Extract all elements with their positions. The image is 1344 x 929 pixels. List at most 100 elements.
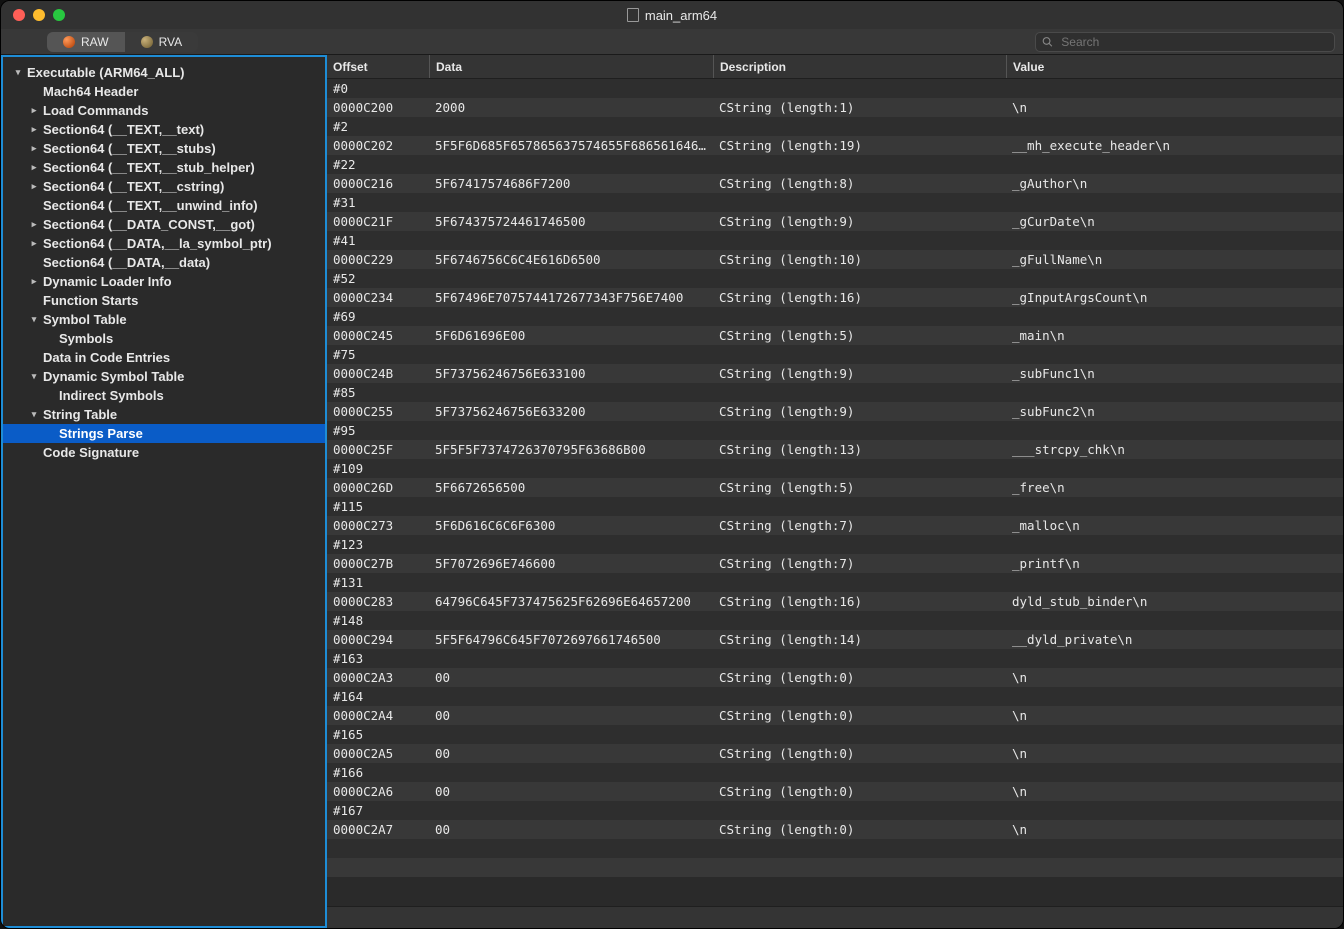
table-row[interactable]: 0000C2A700CString (length:0)\n — [327, 820, 1343, 839]
disclosure-triangle-icon[interactable]: ▸ — [29, 163, 39, 173]
table-row[interactable]: 0000C2A500CString (length:0)\n — [327, 744, 1343, 763]
table-row[interactable]: #75 — [327, 345, 1343, 364]
tree-item[interactable]: ▾Executable (ARM64_ALL) — [3, 63, 325, 82]
tree-item[interactable]: ▸Section64 (__DATA,__data) — [3, 253, 325, 272]
table-row[interactable]: 0000C2002000CString (length:1) \n — [327, 98, 1343, 117]
disclosure-triangle-icon[interactable]: ▸ — [29, 106, 39, 116]
cell-value: \n — [1006, 784, 1343, 799]
tree-item[interactable]: ▸Data in Code Entries — [3, 348, 325, 367]
tree-item[interactable]: ▸Indirect Symbols — [3, 386, 325, 405]
table-row[interactable]: #31 — [327, 193, 1343, 212]
tree-item[interactable]: ▸Section64 (__TEXT,__stub_helper) — [3, 158, 325, 177]
table-row[interactable]: 0000C2345F67496E7075744172677343F756E740… — [327, 288, 1343, 307]
column-header-offset[interactable]: Offset — [327, 55, 429, 78]
table-row[interactable]: #109 — [327, 459, 1343, 478]
disclosure-triangle-icon[interactable]: ▾ — [29, 410, 39, 420]
tree-item[interactable]: ▸Section64 (__TEXT,__cstring) — [3, 177, 325, 196]
cell-offset: 0000C234 — [327, 290, 429, 305]
disclosure-triangle-icon[interactable]: ▾ — [29, 315, 39, 325]
cell-offset: #52 — [327, 271, 429, 286]
tree-item[interactable]: ▾Dynamic Symbol Table — [3, 367, 325, 386]
tree-item[interactable]: ▸Section64 (__DATA,__la_symbol_ptr) — [3, 234, 325, 253]
table-row[interactable]: #164 — [327, 687, 1343, 706]
cell-value: \n — [1006, 100, 1343, 115]
table-row[interactable]: 0000C21F5F674375724461746500CString (len… — [327, 212, 1343, 231]
disclosure-triangle-icon[interactable]: ▸ — [29, 239, 39, 249]
table-row[interactable]: 0000C2295F6746756C6C4E616D6500CString (l… — [327, 250, 1343, 269]
table-row[interactable]: 0000C2165F67417574686F7200CString (lengt… — [327, 174, 1343, 193]
table-row[interactable]: 0000C2025F5F6D685F657865637574655F686561… — [327, 136, 1343, 155]
table-row[interactable]: #115 — [327, 497, 1343, 516]
table-row[interactable]: 0000C24B5F73756246756E633100CString (len… — [327, 364, 1343, 383]
tree-item[interactable]: ▸Mach64 Header — [3, 82, 325, 101]
close-button[interactable] — [13, 9, 25, 21]
tree-item[interactable]: ▸Strings Parse — [3, 424, 325, 443]
disclosure-triangle-icon[interactable]: ▸ — [29, 277, 39, 287]
disclosure-triangle-icon[interactable]: ▾ — [29, 372, 39, 382]
table-row[interactable]: #163 — [327, 649, 1343, 668]
column-header-data[interactable]: Data — [429, 55, 713, 78]
table-row[interactable]: #95 — [327, 421, 1343, 440]
table-row[interactable]: #167 — [327, 801, 1343, 820]
cell-data: 5F6672656500 — [429, 480, 713, 495]
tree-item[interactable]: ▸Section64 (__TEXT,__stubs) — [3, 139, 325, 158]
table-row[interactable]: #123 — [327, 535, 1343, 554]
column-header-value[interactable]: Value — [1006, 55, 1343, 78]
tree-item[interactable]: ▸Symbols — [3, 329, 325, 348]
table-row[interactable]: 0000C26D5F6672656500CString (length:5)_f… — [327, 478, 1343, 497]
tree-item[interactable]: ▸Code Signature — [3, 443, 325, 462]
disclosure-triangle-icon[interactable]: ▸ — [29, 220, 39, 230]
tree-item[interactable]: ▸Dynamic Loader Info — [3, 272, 325, 291]
table-row[interactable]: 0000C2735F6D616C6C6F6300CString (length:… — [327, 516, 1343, 535]
zoom-button[interactable] — [53, 9, 65, 21]
tab-rva[interactable]: RVA — [125, 32, 199, 52]
table-row[interactable]: 0000C27B5F7072696E746600CString (length:… — [327, 554, 1343, 573]
search-field[interactable] — [1035, 32, 1335, 52]
disclosure-triangle-icon[interactable]: ▸ — [29, 125, 39, 135]
table-row[interactable]: #0 — [327, 79, 1343, 98]
table-row[interactable]: 0000C25F5F5F5F7374726370795F63686B00CStr… — [327, 440, 1343, 459]
table-row[interactable]: 0000C2A300CString (length:0)\n — [327, 668, 1343, 687]
sidebar[interactable]: ▾Executable (ARM64_ALL)▸Mach64 Header▸Lo… — [1, 55, 327, 928]
cell-offset: #166 — [327, 765, 429, 780]
table-row[interactable]: 0000C2945F5F64796C645F7072697661746500CS… — [327, 630, 1343, 649]
table-row[interactable]: #131 — [327, 573, 1343, 592]
cell-desc: CString (length:13) — [713, 442, 1006, 457]
tab-raw[interactable]: RAW — [47, 32, 125, 52]
table-row[interactable]: #52 — [327, 269, 1343, 288]
table-row[interactable]: 0000C28364796C645F737475625F62696E646572… — [327, 592, 1343, 611]
table-row[interactable]: #166 — [327, 763, 1343, 782]
tree-item[interactable]: ▸Section64 (__TEXT,__unwind_info) — [3, 196, 325, 215]
disclosure-triangle-icon[interactable]: ▸ — [29, 182, 39, 192]
table-row[interactable]: #22 — [327, 155, 1343, 174]
tree-item-label: String Table — [43, 407, 117, 422]
tree-item[interactable]: ▸Section64 (__TEXT,__text) — [3, 120, 325, 139]
table-row[interactable]: #148 — [327, 611, 1343, 630]
cell-desc: CString (length:5) — [713, 328, 1006, 343]
table-row[interactable]: 0000C2A600CString (length:0)\n — [327, 782, 1343, 801]
titlebar: main_arm64 — [1, 1, 1343, 29]
tree-item-label: Symbol Table — [43, 312, 127, 327]
cell-desc: CString (length:14) — [713, 632, 1006, 647]
table-row[interactable]: #85 — [327, 383, 1343, 402]
disclosure-triangle-icon[interactable]: ▾ — [13, 68, 23, 78]
tree-item[interactable]: ▸Load Commands — [3, 101, 325, 120]
cell-offset: 0000C216 — [327, 176, 429, 191]
tree-item[interactable]: ▸Section64 (__DATA_CONST,__got) — [3, 215, 325, 234]
cell-value: _main\n — [1006, 328, 1343, 343]
table-row[interactable]: #69 — [327, 307, 1343, 326]
tree-item[interactable]: ▾ String Table — [3, 405, 325, 424]
table-row[interactable]: 0000C2A400CString (length:0)\n — [327, 706, 1343, 725]
tree-item[interactable]: ▸Function Starts — [3, 291, 325, 310]
table-row[interactable]: #165 — [327, 725, 1343, 744]
table-row[interactable]: 0000C2555F73756246756E633200CString (len… — [327, 402, 1343, 421]
table-row[interactable]: #2 — [327, 117, 1343, 136]
tree-item[interactable]: ▾ Symbol Table — [3, 310, 325, 329]
table-row[interactable]: #41 — [327, 231, 1343, 250]
search-input[interactable] — [1059, 34, 1328, 50]
table-row[interactable]: 0000C2455F6D61696E00CString (length:5)_m… — [327, 326, 1343, 345]
minimize-button[interactable] — [33, 9, 45, 21]
disclosure-triangle-icon[interactable]: ▸ — [29, 144, 39, 154]
grid-body[interactable]: #00000C2002000CString (length:1) \n#2000… — [327, 79, 1343, 906]
column-header-description[interactable]: Description — [713, 55, 1006, 78]
